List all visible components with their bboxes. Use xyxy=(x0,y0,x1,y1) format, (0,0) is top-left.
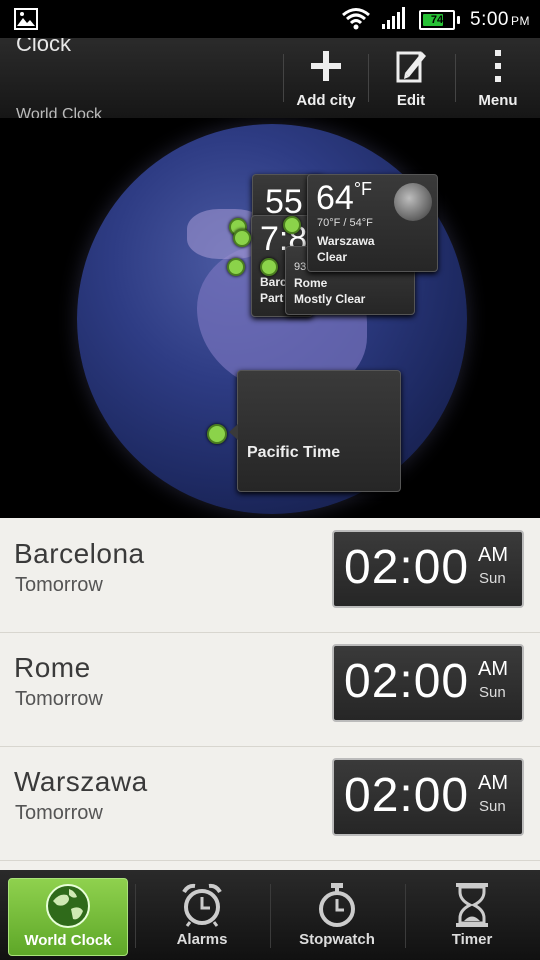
city-ampm: AM xyxy=(478,544,508,566)
battery-icon: 74 xyxy=(419,10,461,30)
barcelona-card-city: Barc xyxy=(260,275,287,289)
city-weekday: Sun xyxy=(479,684,506,701)
pacific-time-label: Pacific Time xyxy=(247,444,341,461)
tab-label: Alarms xyxy=(176,931,228,948)
city-marker-dot[interactable] xyxy=(233,229,251,247)
edit-icon xyxy=(395,48,427,89)
barcelona-card-condition: Part xyxy=(260,291,284,305)
plus-icon xyxy=(308,48,344,89)
stopwatch-icon xyxy=(315,882,359,933)
warszawa-temp-value: 64 xyxy=(316,179,354,217)
tab-alarms[interactable]: Alarms xyxy=(143,878,261,954)
tab-world-clock[interactable]: World Clock xyxy=(8,878,128,956)
tab-label: World Clock xyxy=(24,932,112,949)
city-row-rome[interactable]: Rome Tomorrow 02:00 AM Sun xyxy=(0,632,540,747)
add-city-button[interactable]: Add city xyxy=(290,38,362,118)
barcelona-marker-dot[interactable] xyxy=(227,258,245,276)
city-row-warszawa[interactable]: Warszawa Tomorrow 02:00 AM Sun xyxy=(0,746,540,861)
signal-icon xyxy=(381,6,409,35)
warszawa-card-range: 70°F / 54°F xyxy=(317,217,373,229)
battery-level: 74 xyxy=(430,14,444,26)
warszawa-card-temp: 64°F xyxy=(316,179,372,218)
menu-label: Menu xyxy=(478,91,518,109)
warszawa-marker-dot[interactable] xyxy=(283,216,301,234)
city-time: 02:00 xyxy=(344,655,470,708)
app-title: Clock xyxy=(16,38,72,56)
menu-button[interactable]: Menu xyxy=(462,38,534,118)
alarm-clock-icon xyxy=(180,882,224,933)
card-pointer xyxy=(229,424,238,440)
tab-label: Stopwatch xyxy=(299,931,375,948)
status-time-value: 5:00 xyxy=(470,9,509,30)
warszawa-card-city: Warszawa xyxy=(317,234,375,248)
rome-card-condition: Mostly Clear xyxy=(294,292,366,306)
bottom-tab-bar: World Clock Alarms Stopwatch Timer xyxy=(0,870,540,960)
city-time: 02:00 xyxy=(344,541,470,594)
moon-weather-icon xyxy=(394,183,432,221)
add-city-label: Add city xyxy=(296,91,356,109)
rome-card-city: Rome xyxy=(294,276,328,290)
city-name: Barcelona xyxy=(14,538,145,569)
pacific-time-card[interactable]: Pacific Time xyxy=(237,370,401,492)
rome-marker-dot[interactable] xyxy=(260,258,278,276)
warszawa-weather-card[interactable]: 64°F 70°F / 54°F Warszawa Clear xyxy=(307,174,438,272)
city-day: Tomorrow xyxy=(15,802,103,824)
warszawa-temp-unit: °F xyxy=(353,179,373,199)
city-time-box: 02:00 AM Sun xyxy=(332,758,524,836)
rome-card-value: 93 xyxy=(294,261,307,273)
city-name: Warszawa xyxy=(14,766,148,797)
city-weekday: Sun xyxy=(479,570,506,587)
city-day: Tomorrow xyxy=(15,574,103,596)
status-bar: 74 5:00 PM xyxy=(0,0,540,38)
city-time-box: 02:00 AM Sun xyxy=(332,644,524,722)
city-weekday: Sun xyxy=(479,798,506,815)
city-ampm: AM xyxy=(478,658,508,680)
hourglass-icon xyxy=(454,882,490,933)
globe-icon xyxy=(45,883,91,934)
tab-stopwatch[interactable]: Stopwatch xyxy=(278,878,396,954)
world-globe-view[interactable]: 55 7:8 Barc Part 93 Rome Mostly Clear 64… xyxy=(0,118,540,518)
city-ampm: AM xyxy=(478,772,508,794)
warszawa-card-condition: Clear xyxy=(317,250,348,264)
edit-button[interactable]: Edit xyxy=(375,38,447,118)
city-time-box: 02:00 AM Sun xyxy=(332,530,524,608)
city-row-barcelona[interactable]: Barcelona Tomorrow 02:00 AM Sun xyxy=(0,518,540,633)
overflow-menu-icon xyxy=(493,48,503,89)
pacific-marker-dot[interactable] xyxy=(207,424,227,444)
city-time: 02:00 xyxy=(344,769,470,822)
edit-label: Edit xyxy=(396,91,426,109)
tab-label: Timer xyxy=(451,931,493,948)
wifi-icon xyxy=(341,6,371,35)
city-day: Tomorrow xyxy=(15,688,103,710)
image-notification-icon xyxy=(14,8,38,30)
status-time: 5:00 PM xyxy=(470,9,530,31)
tab-timer[interactable]: Timer xyxy=(413,878,531,954)
city-name: Rome xyxy=(14,652,91,683)
action-bar: Clock World Clock Add city Edit Menu xyxy=(0,38,540,119)
city-list: Barcelona Tomorrow 02:00 AM Sun Rome Tom… xyxy=(0,518,540,870)
status-ampm: PM xyxy=(511,14,530,28)
